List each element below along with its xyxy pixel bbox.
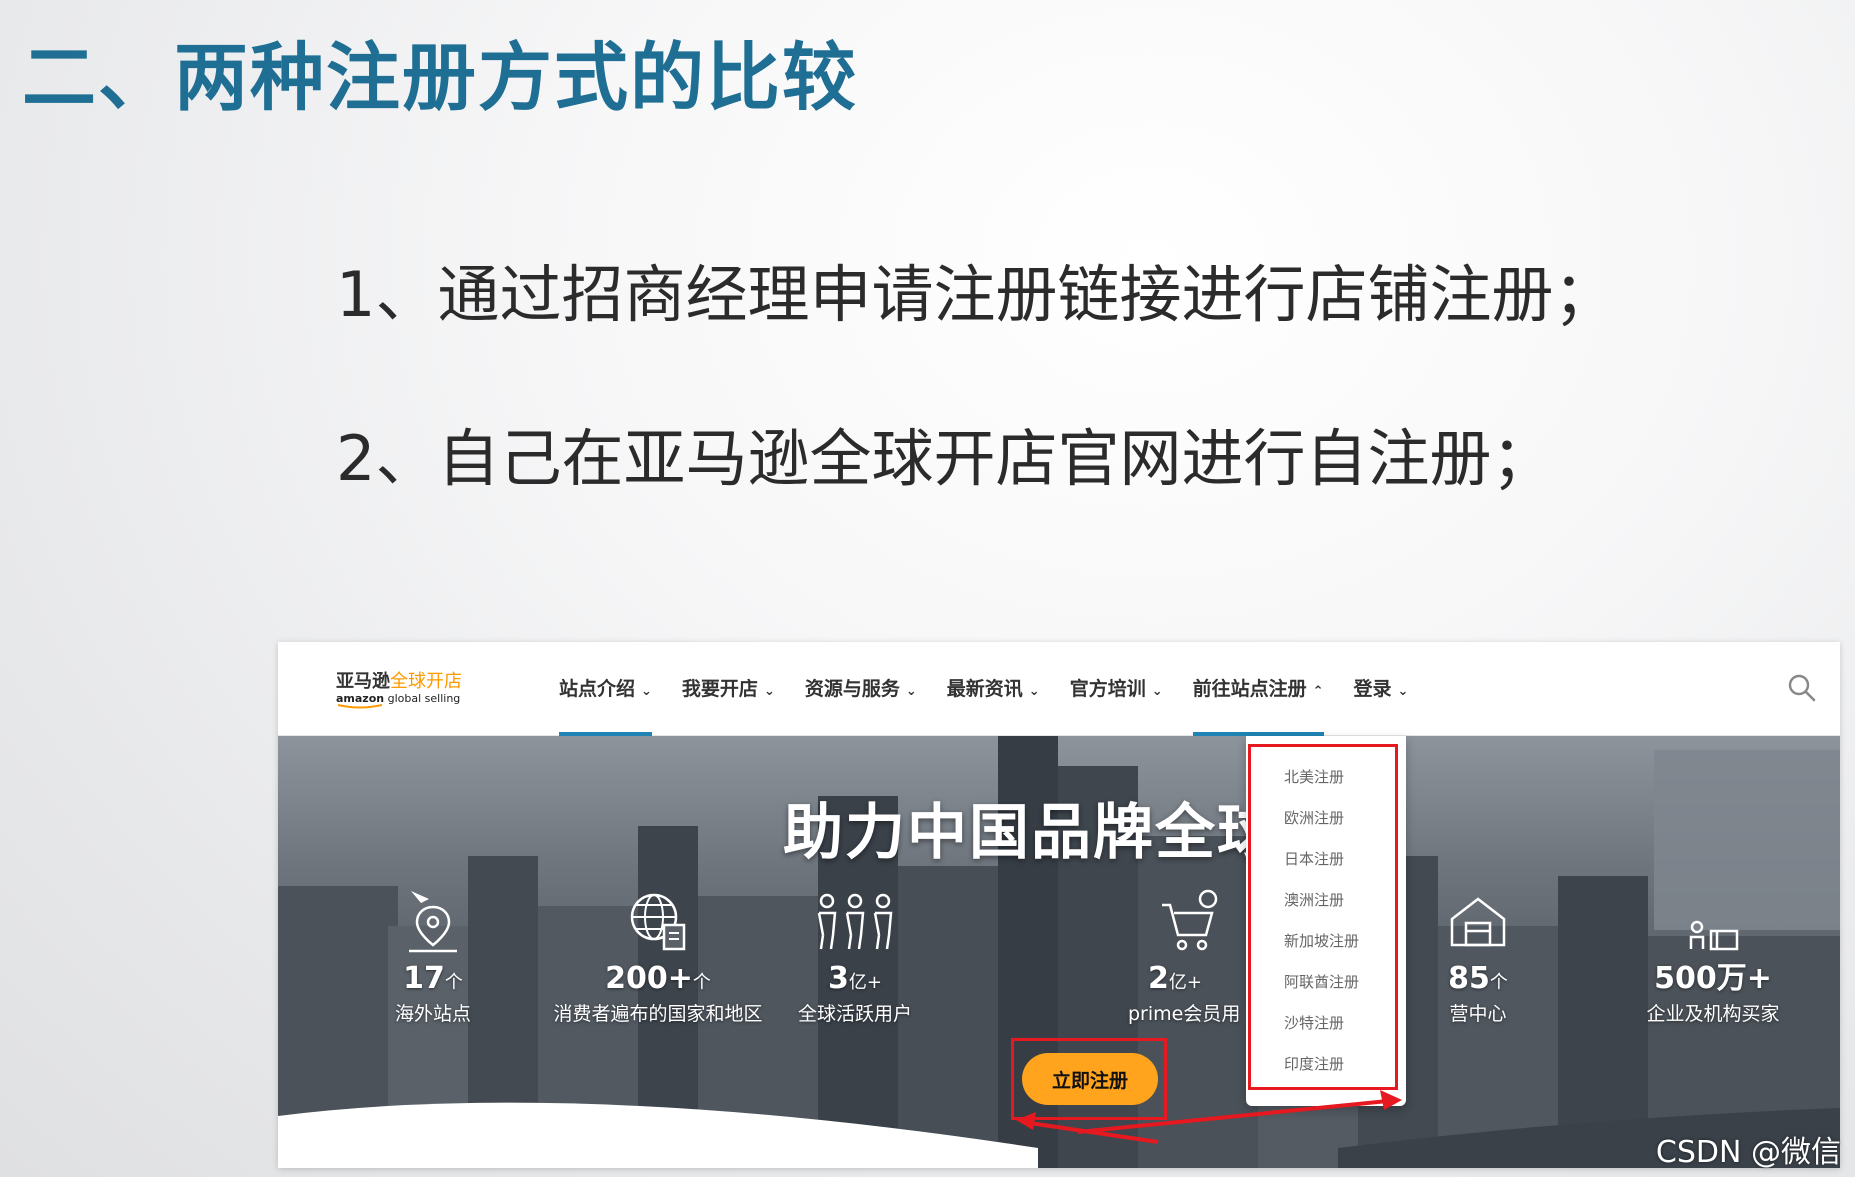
stat-label: 企业及机构买家	[1646, 1003, 1780, 1025]
hero-title: 助力中国品牌全球	[783, 798, 1279, 868]
cta-highlight-box: 立即注册	[1011, 1038, 1167, 1120]
dropdown-item-singapore[interactable]: 新加坡注册	[1284, 932, 1359, 950]
nav-item-label: 官方培训	[1069, 678, 1146, 700]
search-icon[interactable]	[1784, 670, 1820, 706]
dropdown-item-saudi[interactable]: 沙特注册	[1284, 1014, 1344, 1032]
logo-cn-highlight: 全球开店	[390, 671, 462, 692]
stat-value: 85	[1448, 961, 1490, 996]
stat-unit: 个	[444, 972, 463, 993]
dropdown-highlight-box	[1248, 744, 1398, 1090]
chevron-down-icon: ⌄	[1028, 684, 1040, 699]
hero-banner: 助力中国品牌全球 17个 海外站点 200+个 消费者遍布的国家和地区 3亿+ …	[278, 736, 1840, 1168]
watermark: CSDN @微信	[1655, 1135, 1841, 1170]
nav-item-login[interactable]: 登录 ⌄	[1354, 642, 1409, 736]
registration-dropdown: 北美注册 欧洲注册 日本注册 澳洲注册 新加坡注册 阿联酋注册 沙特注册 印度注…	[1246, 736, 1406, 1106]
cart-icon	[1162, 889, 1218, 951]
stat-unit: 亿+	[848, 972, 882, 993]
stat-unit: 个	[1489, 972, 1508, 993]
chevron-down-icon: ⌄	[1151, 684, 1163, 699]
stat-operation-centers: 85个 营中心	[1428, 883, 1528, 1027]
stat-value: 500万+	[1654, 961, 1772, 996]
stat-countries: 200+个 消费者遍布的国家和地区	[543, 883, 773, 1027]
stat-label: 营中心	[1449, 1003, 1507, 1025]
nav-item-news[interactable]: 最新资讯 ⌄	[947, 642, 1040, 736]
bullet-item: 1、通过招商经理申请注册链接进行店铺注册；	[336, 258, 1616, 331]
dropdown-item-north-america[interactable]: 北美注册	[1284, 768, 1344, 786]
logo-en-brand: amazon	[336, 692, 385, 705]
stat-value: 200+	[605, 961, 693, 996]
logo-cn-prefix: 亚马逊	[336, 671, 390, 692]
chevron-down-icon: ⌄	[1397, 684, 1409, 699]
bullet-list: 1、通过招商经理申请注册链接进行店铺注册； 2、自己在亚马逊全球开店官网进行自注…	[336, 262, 1615, 492]
stat-label: prime会员用	[1128, 1003, 1241, 1025]
stat-overseas-sites: 17个 海外站点	[388, 883, 478, 1027]
stat-label: 海外站点	[394, 1003, 471, 1025]
register-now-button[interactable]: 立即注册	[1022, 1053, 1158, 1105]
stat-prime-members: 2亿+ prime会员用	[1128, 883, 1248, 1027]
stat-label: 全球活跃用户	[797, 1003, 912, 1025]
main-menu: 站点介绍 ⌄ 我要开店 ⌄ 资源与服务 ⌄ 最新资讯 ⌄ 官方培训 ⌄ 前往站点注册 ⌃ 登…	[559, 642, 1438, 736]
chevron-down-icon: ⌄	[763, 684, 775, 699]
dropdown-item-europe[interactable]: 欧洲注册	[1284, 809, 1344, 827]
dropdown-item-india[interactable]: 印度注册	[1284, 1055, 1344, 1073]
site-logo[interactable]: 亚马逊全球开店 amazon global selling	[336, 672, 476, 710]
logo-en-suffix: global selling	[384, 692, 461, 705]
nav-item-label: 我要开店	[681, 678, 758, 700]
bullet-item: 2、自己在亚马逊全球开店官网进行自注册；	[336, 422, 1554, 495]
buyers-icon	[1689, 920, 1739, 951]
nav-item-label: 前往站点注册	[1192, 678, 1307, 700]
stat-value: 3	[828, 961, 849, 996]
chevron-down-icon: ⌄	[905, 684, 917, 699]
chevron-up-icon: ⌃	[1312, 684, 1324, 699]
nav-item-training[interactable]: 官方培训 ⌄	[1070, 642, 1163, 736]
nav-item-open-store[interactable]: 我要开店 ⌄	[682, 642, 775, 736]
stat-business-buyers: 500万+ 企业及机构买家	[1628, 883, 1798, 1027]
stat-active-users: 3亿+ 全球活跃用户	[790, 883, 920, 1027]
stat-value: 2	[1148, 961, 1169, 996]
stat-value: 17	[403, 961, 445, 996]
slide-title: 二、两种注册方式的比较	[22, 35, 858, 121]
plane-pin-icon	[409, 891, 457, 953]
dropdown-item-japan[interactable]: 日本注册	[1284, 850, 1344, 868]
warehouse-icon	[1450, 897, 1506, 947]
nav-item-site-intro[interactable]: 站点介绍 ⌄	[559, 642, 652, 736]
nav-item-site-registration[interactable]: 前往站点注册 ⌃	[1192, 642, 1324, 736]
website-screenshot: 亚马逊全球开店 amazon global selling 站点介绍 ⌄ 我要开店…	[278, 642, 1840, 1168]
nav-item-label: 站点介绍	[559, 678, 636, 700]
nav-item-label: 最新资讯	[946, 678, 1023, 700]
chevron-down-icon: ⌄	[641, 684, 652, 699]
people-icon	[817, 893, 893, 950]
site-navbar: 亚马逊全球开店 amazon global selling 站点介绍 ⌄ 我要开店…	[278, 642, 1840, 736]
nav-item-resources[interactable]: 资源与服务 ⌄	[805, 642, 917, 736]
dropdown-item-australia[interactable]: 澳洲注册	[1284, 891, 1344, 909]
stat-label: 消费者遍布的国家和地区	[553, 1003, 763, 1025]
nav-item-label: 资源与服务	[804, 678, 900, 700]
nav-item-label: 登录	[1353, 678, 1392, 700]
stat-unit: 亿+	[1168, 972, 1202, 993]
dropdown-item-uae[interactable]: 阿联酋注册	[1284, 973, 1359, 991]
stat-unit: 个	[692, 972, 711, 993]
globe-icon	[630, 893, 686, 951]
